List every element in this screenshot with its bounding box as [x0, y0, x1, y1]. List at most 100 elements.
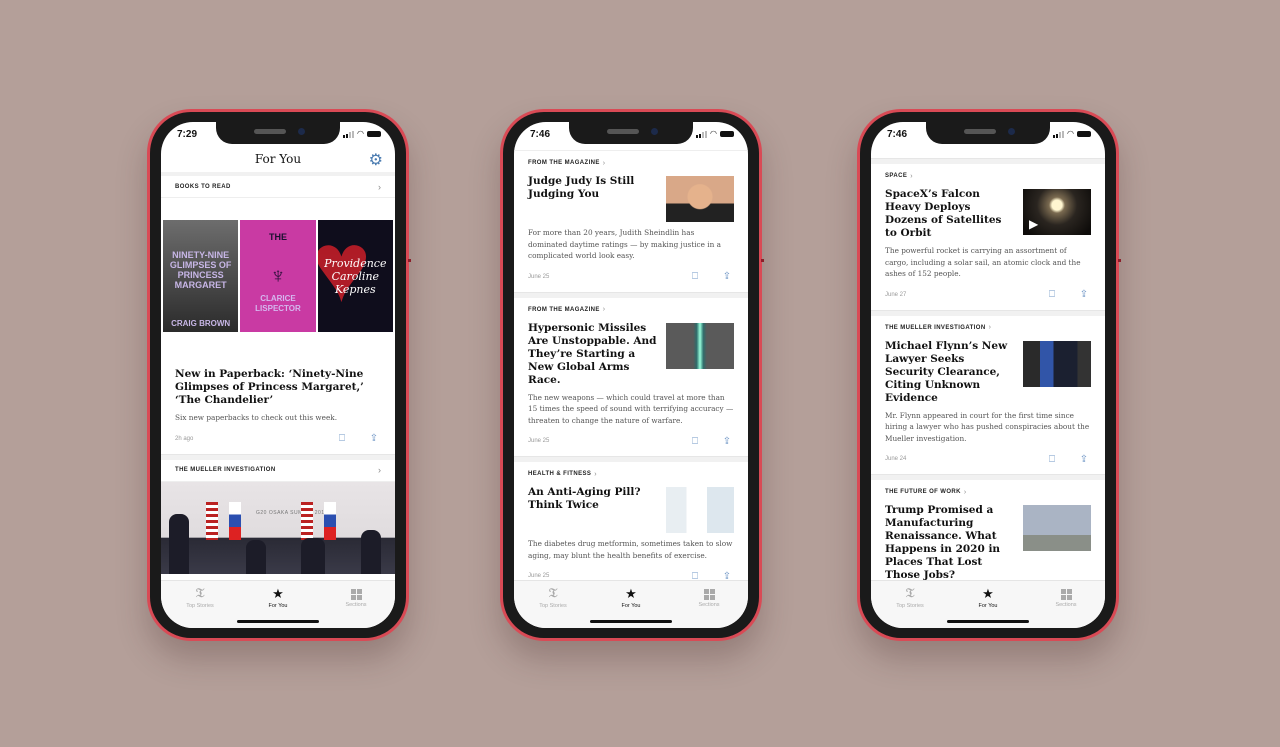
tab-for-you[interactable]: ★ For You: [592, 581, 670, 615]
article-thumbnail[interactable]: [1023, 505, 1091, 551]
article-headline[interactable]: Michael Flynn’s New Lawyer Seeks Securit…: [885, 340, 1015, 405]
section-header-books[interactable]: BOOKS TO READ ›: [161, 176, 395, 198]
gear-icon[interactable]: ⚙: [369, 150, 383, 170]
home-indicator[interactable]: [590, 620, 672, 623]
article-headline[interactable]: Hypersonic Missiles Are Unstoppable. And…: [528, 322, 658, 387]
tab-top-stories[interactable]: 𝔗 Top Stories: [871, 581, 949, 615]
tab-for-you[interactable]: ★ For You: [949, 581, 1027, 615]
kicker-label: FROM THE MAGAZINE: [528, 160, 600, 166]
battery-icon: [367, 131, 381, 137]
article-thumbnail[interactable]: [666, 176, 734, 222]
book-cover[interactable]: THE ♆ CLARICE LISPECTOR: [240, 220, 316, 332]
article-card[interactable]: SpaceX’s Falcon Heavy Deploys Dozens of …: [871, 188, 1105, 240]
bookmark-icon[interactable]: ⎕: [688, 271, 702, 282]
russia-flag: [229, 501, 241, 540]
article-kicker[interactable]: FROM THE MAGAZINE ›: [514, 298, 748, 322]
status-time: 7:29: [177, 129, 198, 140]
video-thumbnail[interactable]: ▶: [1023, 189, 1091, 235]
nyt-t-logo-icon: 𝔗: [905, 586, 915, 601]
grid-icon: [350, 589, 362, 600]
share-icon[interactable]: ⇪: [367, 433, 381, 444]
chevron-right-icon: ›: [378, 181, 381, 192]
status-time: 7:46: [887, 129, 908, 140]
article-thumbnail[interactable]: [1023, 340, 1091, 387]
tab-label: For You: [621, 603, 641, 609]
article-summary: The diabetes drug metformin, sometimes t…: [528, 539, 733, 560]
tab-top-stories[interactable]: 𝔗 Top Stories: [161, 581, 239, 615]
book-cover[interactable]: NINETY-NINE GLIMPSES OF PRINCESS MARGARE…: [163, 220, 239, 332]
share-icon[interactable]: ⇪: [1077, 454, 1091, 465]
bookmark-icon[interactable]: ⎕: [1045, 454, 1059, 465]
person-silhouette: [246, 539, 266, 574]
article-kicker[interactable]: THE MUELLER INVESTIGATION ›: [871, 316, 1105, 340]
side-button: [761, 259, 764, 262]
signal-icon: [1053, 130, 1065, 138]
story-summary: Six new paperbacks to check out this wee…: [175, 413, 338, 422]
kicker-label: SPACE: [885, 173, 908, 179]
section-label: BOOKS TO READ: [175, 183, 231, 190]
tab-for-you[interactable]: ★ For You: [239, 581, 317, 615]
article-date: June 27: [885, 291, 907, 298]
article-card[interactable]: Hypersonic Missiles Are Unstoppable. And…: [514, 322, 748, 387]
article-summary: The new weapons — which could travel at …: [528, 392, 734, 425]
phone-screen: 7:29 ◠ For You ⚙ BOOKS TO READ › NINETY-…: [161, 122, 395, 628]
tab-top-stories[interactable]: 𝔗 Top Stories: [514, 581, 592, 615]
tab-label: Sections: [1055, 602, 1077, 608]
phone-screen: 7:46 ◠ FROM THE MAGAZINE › Judge Judy Is…: [514, 122, 748, 628]
book-title: Providence: [324, 256, 387, 270]
home-indicator[interactable]: [947, 620, 1029, 623]
story-headline[interactable]: New in Paperback: ‘Ninety-Nine Glimpses …: [175, 368, 381, 407]
previous-article-remnant: [871, 150, 1105, 158]
tab-sections[interactable]: Sections: [317, 581, 395, 615]
person-silhouette: [301, 537, 325, 574]
g20-summit-photo[interactable]: G20 OSAKA SUMMIT 2019: [161, 481, 395, 574]
article-summary: Mr. Flynn appeared in court for the firs…: [885, 410, 1090, 443]
article-headline[interactable]: Trump Promised a Manufacturing Renaissan…: [885, 504, 1015, 582]
article-kicker[interactable]: THE FUTURE OF WORK ›: [871, 480, 1105, 504]
share-icon[interactable]: ⇪: [720, 436, 734, 447]
tab-bar: 𝔗 Top Stories ★ For You Sections: [161, 580, 395, 628]
article-date: June 25: [528, 273, 550, 280]
book-author: CLARICE LISPECTOR: [255, 294, 301, 313]
tab-sections[interactable]: Sections: [670, 581, 748, 615]
chandelier-icon: ♆: [269, 263, 287, 288]
section-label: THE MUELLER INVESTIGATION: [175, 467, 276, 473]
play-icon[interactable]: ▶: [1029, 217, 1038, 231]
chevron-right-icon: ›: [910, 172, 913, 180]
tab-bar: 𝔗 Top Stories ★ For You Sections: [514, 580, 748, 628]
book-title: THE: [268, 232, 287, 242]
chevron-right-icon: ›: [602, 159, 606, 167]
article-thumbnail[interactable]: [666, 322, 734, 369]
bookmark-icon[interactable]: ⎕: [1045, 289, 1059, 300]
article-card[interactable]: An Anti-Aging Pill? Think Twice: [514, 486, 748, 533]
article-card[interactable]: Michael Flynn’s New Lawyer Seeks Securit…: [871, 340, 1105, 405]
article-thumbnail[interactable]: [666, 487, 734, 533]
tab-label: Sections: [698, 602, 720, 608]
home-indicator[interactable]: [237, 620, 319, 623]
grid-icon: [1060, 589, 1072, 600]
tab-label: Top Stories: [186, 603, 214, 609]
chevron-right-icon: ›: [963, 488, 967, 496]
article-headline[interactable]: An Anti-Aging Pill? Think Twice: [528, 486, 658, 512]
share-icon[interactable]: ⇪: [720, 271, 734, 282]
tab-sections[interactable]: Sections: [1027, 581, 1105, 615]
story-card[interactable]: New in Paperback: ‘Ninety-Nine Glimpses …: [161, 368, 395, 446]
side-button: [1118, 259, 1121, 262]
article-headline[interactable]: Judge Judy Is Still Judging You: [528, 175, 658, 201]
bookmark-icon[interactable]: ⎕: [688, 436, 702, 447]
book-covers[interactable]: NINETY-NINE GLIMPSES OF PRINCESS MARGARE…: [161, 220, 395, 332]
article-card[interactable]: Judge Judy Is Still Judging You: [514, 175, 748, 222]
wifi-icon: ◠: [357, 129, 364, 138]
article-kicker[interactable]: SPACE ›: [871, 164, 1105, 188]
signal-icon: [343, 130, 355, 138]
book-cover[interactable]: ♥ Providence Caroline Kepnes: [317, 220, 393, 332]
article-summary: The powerful rocket is carrying an assor…: [885, 246, 1081, 278]
person-silhouette: [361, 529, 381, 574]
article-kicker[interactable]: FROM THE MAGAZINE ›: [514, 151, 748, 175]
section-header-mueller[interactable]: THE MUELLER INVESTIGATION ›: [161, 460, 395, 482]
article-headline[interactable]: SpaceX’s Falcon Heavy Deploys Dozens of …: [885, 188, 1015, 240]
share-icon[interactable]: ⇪: [1077, 289, 1091, 300]
bookmark-icon[interactable]: ⎕: [335, 433, 349, 444]
article-card[interactable]: Trump Promised a Manufacturing Renaissan…: [871, 504, 1105, 582]
article-kicker[interactable]: HEALTH & FITNESS ›: [514, 462, 748, 486]
